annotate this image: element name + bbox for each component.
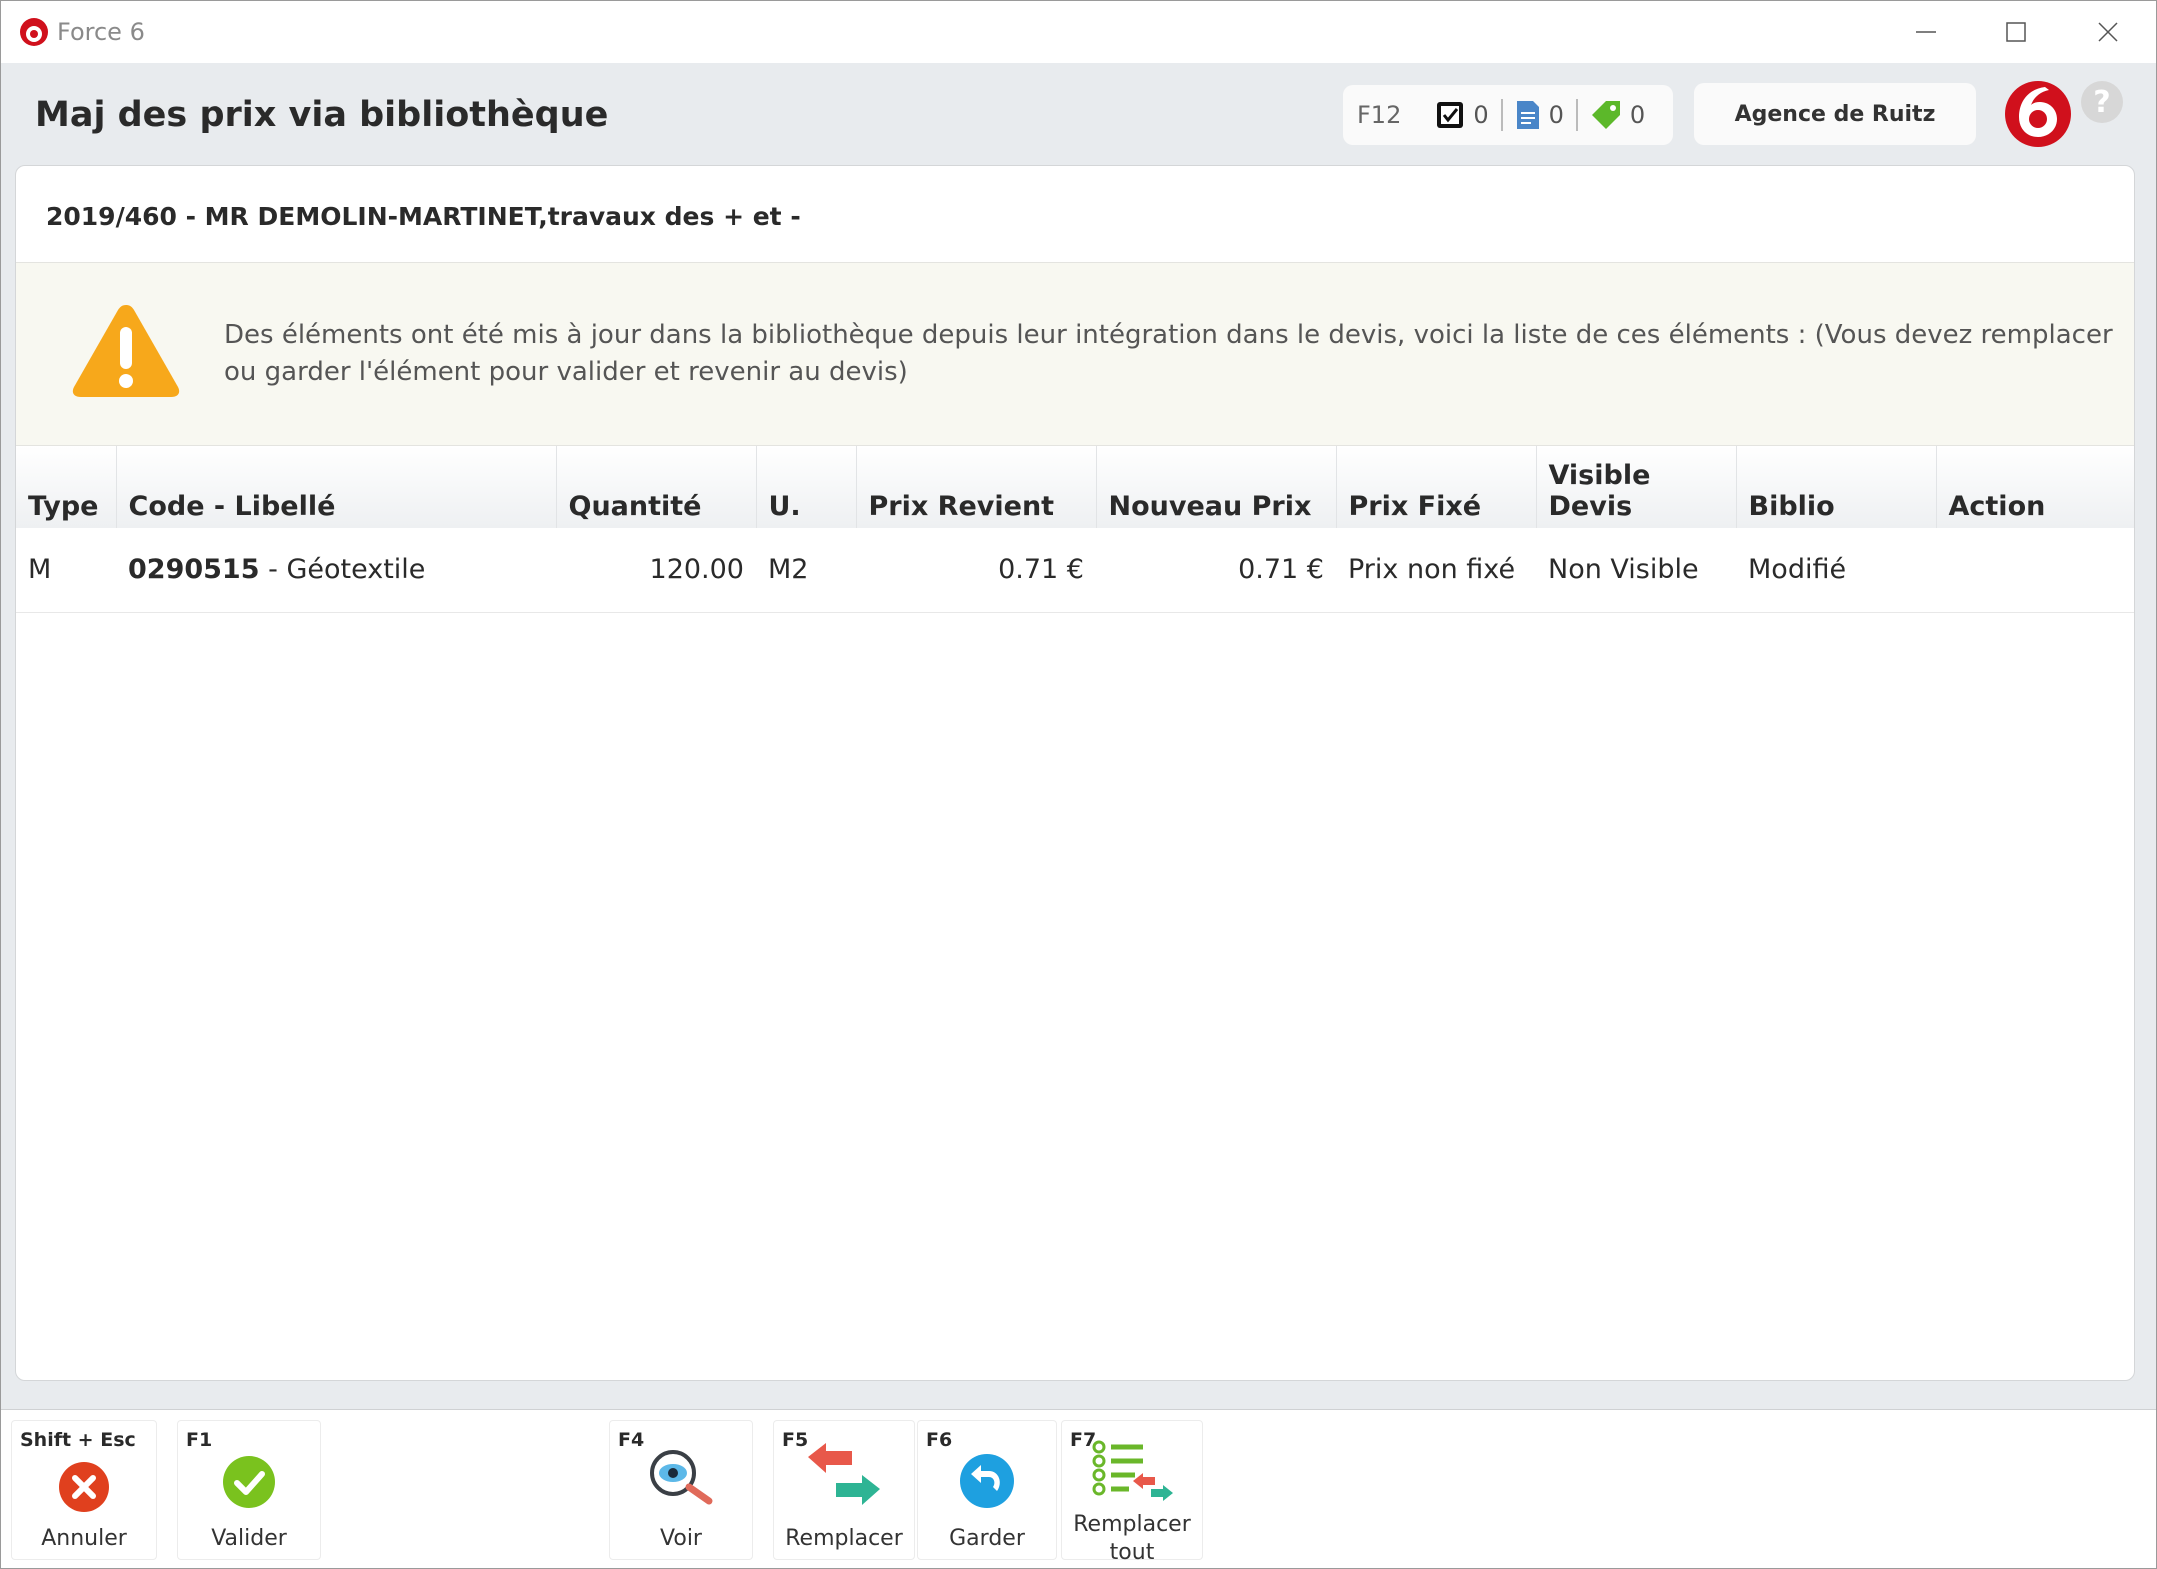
- table-header-row: Type Code - Libellé Quantité U. Prix Rev…: [16, 446, 2134, 528]
- counters-bar[interactable]: F12 0 0 0: [1343, 85, 1673, 145]
- elements-table: Type Code - Libellé Quantité U. Prix Rev…: [16, 446, 2134, 613]
- help-icon[interactable]: ?: [2081, 81, 2123, 123]
- close-button[interactable]: [2063, 1, 2153, 63]
- view-label: Voir: [660, 1526, 702, 1551]
- replace-all-list-icon: [1092, 1440, 1173, 1501]
- document-icon: [1516, 101, 1539, 129]
- replace-all-label-line1: Remplacer: [1073, 1512, 1191, 1537]
- replace-shortcut: F5: [782, 1429, 809, 1451]
- column-header-type[interactable]: Type: [16, 446, 116, 528]
- view-button[interactable]: F4 Voir: [609, 1420, 753, 1560]
- counters-shortcut: F12: [1357, 101, 1402, 129]
- validate-icon: [223, 1456, 275, 1508]
- documents-counter[interactable]: 0: [1500, 99, 1576, 131]
- cell-biblio: Modifié: [1736, 528, 1936, 613]
- tag-icon: [1591, 101, 1620, 129]
- column-header-cost-price[interactable]: Prix Revient: [855, 446, 1096, 528]
- column-header-fixed-price[interactable]: Prix Fixé: [1335, 446, 1536, 528]
- cell-fixed-price: Prix non fixé: [1336, 528, 1536, 613]
- undo-icon: [960, 1454, 1014, 1508]
- keep-button[interactable]: F6 Garder: [917, 1420, 1057, 1560]
- maximize-button[interactable]: [1971, 1, 2061, 63]
- bottom-toolbar: Shift + Esc Annuler F1 Valider F4 Voir F…: [1, 1409, 2156, 1568]
- validate-label: Valider: [211, 1526, 287, 1551]
- item-label: Géotextile: [286, 554, 426, 586]
- column-header-visible[interactable]: Visible Devis: [1535, 446, 1736, 528]
- cancel-label: Annuler: [41, 1526, 127, 1551]
- keep-shortcut: F6: [926, 1429, 953, 1451]
- replace-button[interactable]: F5 Remplacer: [773, 1420, 915, 1560]
- column-header-biblio[interactable]: Biblio: [1735, 446, 1936, 528]
- replace-all-button[interactable]: F7 Remplacer tout: [1061, 1420, 1203, 1565]
- validate-shortcut: F1: [186, 1429, 213, 1451]
- tags-count: 0: [1629, 101, 1646, 129]
- brand-logo-icon: [2005, 81, 2071, 147]
- cell-quantity: 120.00: [556, 528, 756, 613]
- alert-message: Des éléments ont été mis à jour dans la …: [224, 320, 2113, 387]
- column-header-new-price[interactable]: Nouveau Prix: [1095, 446, 1336, 528]
- update-alert: Des éléments ont été mis à jour dans la …: [16, 262, 2134, 446]
- cell-action[interactable]: [1936, 528, 2134, 613]
- cancel-button[interactable]: Shift + Esc Annuler: [11, 1420, 157, 1560]
- column-header-quantity[interactable]: Quantité: [555, 446, 756, 528]
- maximize-icon: [2006, 22, 2026, 42]
- title-bar: Force 6: [1, 1, 2156, 63]
- agency-selector[interactable]: Agence de Ruitz: [1694, 83, 1976, 145]
- quote-reference: 2019/460 - MR DEMOLIN-MARTINET,travaux d…: [46, 202, 801, 231]
- window-title: Force 6: [57, 18, 145, 46]
- cell-cost-price: 0.71 €: [856, 528, 1096, 613]
- warning-icon: [72, 305, 180, 397]
- validate-button[interactable]: F1 Valider: [177, 1420, 321, 1560]
- main-panel: 2019/460 - MR DEMOLIN-MARTINET,travaux d…: [15, 165, 2135, 1381]
- replace-all-label-line2: tout: [1109, 1540, 1155, 1565]
- cell-unit: M2: [756, 528, 856, 613]
- replace-all-label: Remplacer tout: [1062, 1511, 1202, 1567]
- table-row[interactable]: M 0290515 - Géotextile 120.00 M2 0.71 € …: [16, 528, 2134, 613]
- minimize-button[interactable]: [1881, 1, 1971, 63]
- replace-label: Remplacer: [785, 1526, 903, 1551]
- column-header-action[interactable]: Action: [1935, 446, 2134, 528]
- column-header-code-label[interactable]: Code - Libellé: [115, 446, 556, 528]
- cell-type: M: [16, 528, 116, 613]
- minimize-icon: [1916, 31, 1936, 33]
- documents-count: 0: [1548, 101, 1564, 129]
- checked-counter[interactable]: 0: [1423, 100, 1500, 130]
- checkbox-icon: [1437, 102, 1464, 128]
- item-code: 0290515: [128, 554, 260, 586]
- page-title: Maj des prix via bibliothèque: [35, 95, 609, 135]
- cell-code-label: 0290515 - Géotextile: [116, 528, 556, 613]
- keep-label: Garder: [949, 1526, 1025, 1551]
- app-logo-icon: [20, 18, 48, 46]
- app-window: Force 6 Maj des prix via bibliothèque F1…: [0, 0, 2157, 1569]
- code-separator: -: [259, 554, 287, 586]
- cancel-icon: [59, 1462, 109, 1512]
- replace-arrows-icon: [808, 1443, 880, 1505]
- cell-visible: Non Visible: [1536, 528, 1736, 613]
- tags-counter[interactable]: 0: [1575, 99, 1657, 131]
- cancel-shortcut: Shift + Esc: [20, 1429, 136, 1451]
- magnifier-icon: [650, 1450, 713, 1505]
- column-header-unit[interactable]: U.: [755, 446, 856, 528]
- cell-new-price: 0.71 €: [1096, 528, 1336, 613]
- close-icon: [2098, 22, 2118, 42]
- checked-count: 0: [1473, 101, 1489, 129]
- view-shortcut: F4: [618, 1429, 645, 1451]
